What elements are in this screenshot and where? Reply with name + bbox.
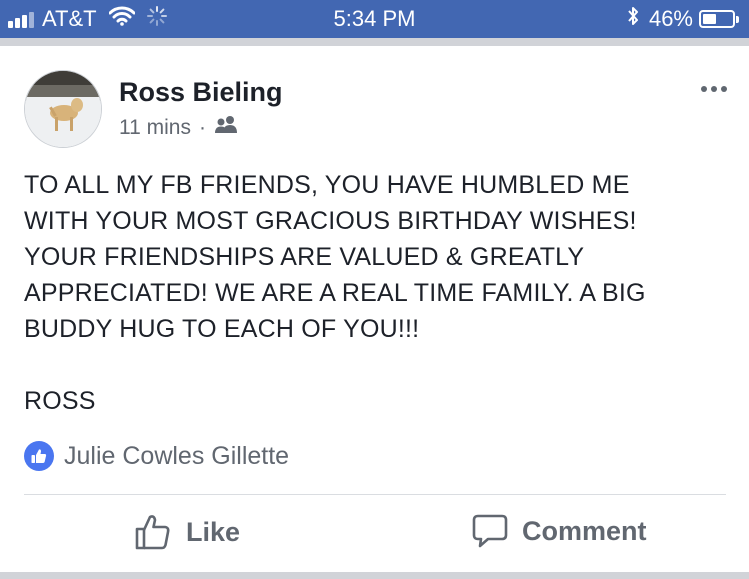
- comment-label: Comment: [522, 515, 647, 546]
- more-dot: [711, 86, 717, 92]
- comment-icon: [472, 514, 508, 548]
- battery-percent: 46%: [648, 6, 693, 31]
- post-timestamp[interactable]: 11 mins: [119, 116, 191, 140]
- meta-separator: ·: [198, 116, 206, 139]
- feed-separator-bottom: [0, 572, 749, 579]
- feed-separator-top: [0, 38, 749, 46]
- post-meta: 11 mins ·: [119, 115, 238, 141]
- like-button[interactable]: Like: [134, 513, 240, 551]
- status-right: 46%: [627, 6, 739, 32]
- comment-button[interactable]: Comment: [472, 513, 647, 549]
- more-dot: [701, 86, 707, 92]
- avatar[interactable]: [24, 70, 102, 148]
- battery-fill: [703, 14, 716, 24]
- thumbs-up-icon: [24, 441, 54, 471]
- avatar-photo: [25, 71, 101, 147]
- more-dot: [721, 86, 727, 92]
- like-label: Like: [186, 516, 241, 547]
- status-bar: AT&T 5:34 PM 46%: [0, 0, 749, 38]
- more-options-icon[interactable]: [701, 86, 727, 92]
- bluetooth-icon: [627, 6, 639, 32]
- like-icon: [135, 515, 170, 550]
- friends-icon[interactable]: [214, 115, 238, 141]
- battery-tip: [736, 16, 739, 23]
- reactions-summary[interactable]: Julie Cowles Gillette: [24, 441, 289, 471]
- post-author-name[interactable]: Ross Bieling: [119, 77, 283, 108]
- post-body-text: TO ALL MY FB FRIENDS, YOU HAVE HUMBLED M…: [24, 171, 646, 415]
- battery-icon: [699, 10, 739, 28]
- actions-divider: [24, 494, 726, 495]
- reactors-names[interactable]: Julie Cowles Gillette: [64, 442, 289, 471]
